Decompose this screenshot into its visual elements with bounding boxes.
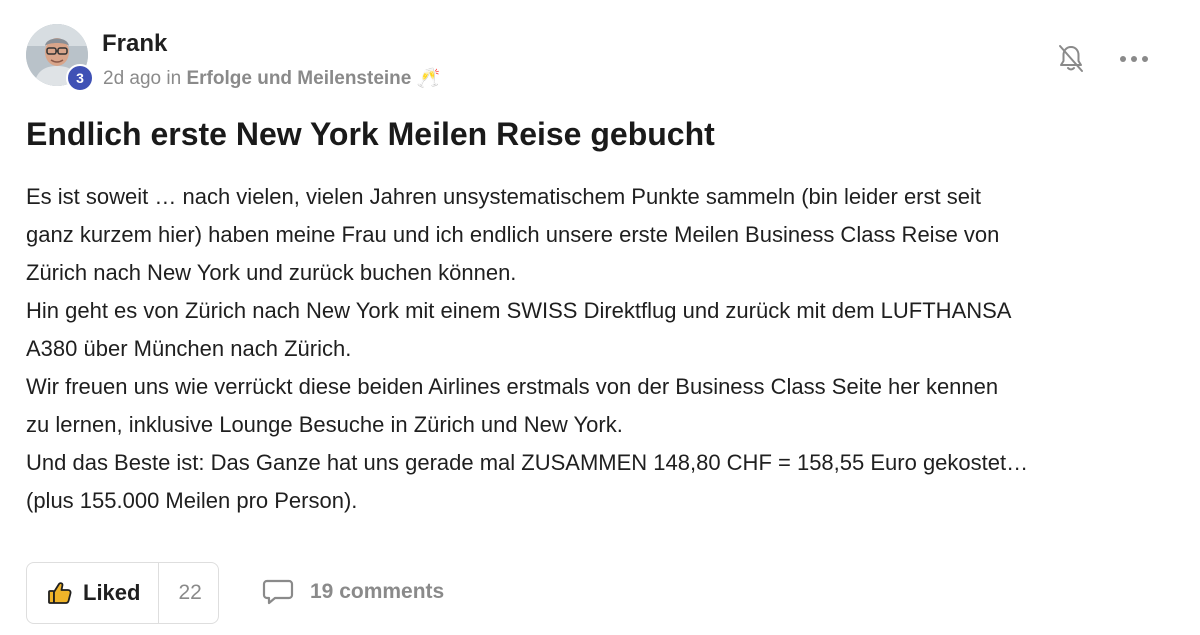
- author-name[interactable]: Frank: [102, 30, 167, 58]
- space-link[interactable]: Erfolge und Meilensteine: [186, 68, 411, 89]
- comments-label: 19 comments: [310, 580, 445, 603]
- body-line: Wir freuen uns wie verrückt diese beiden…: [26, 374, 999, 399]
- meta-in-word: in: [166, 68, 182, 89]
- bell-muted-icon: [1059, 45, 1083, 72]
- like-button[interactable]: Liked: [27, 563, 160, 623]
- post-body: Es ist soweit … nach vielen, vielen Jahr…: [26, 178, 1176, 520]
- comment-bubble-icon: [262, 579, 294, 605]
- author-avatar-container[interactable]: 3: [26, 24, 94, 92]
- like-widget: Liked 22: [26, 562, 219, 624]
- body-line: zu lernen, inklusive Lounge Besuche in Z…: [26, 412, 623, 437]
- comments-button[interactable]: 19 comments: [262, 578, 444, 606]
- body-line: Hin geht es von Zürich nach New York mit…: [26, 298, 1012, 323]
- post-title: Endlich erste New York Meilen Reise gebu…: [26, 116, 715, 152]
- body-line: Es ist soweit … nach vielen, vielen Jahr…: [26, 184, 981, 209]
- body-line: ganz kurzem hier) haben meine Frau und i…: [26, 222, 1000, 247]
- post-card: 3 Frank 2d ago in Erfolge und Meilenstei…: [0, 0, 1200, 635]
- notification-toggle-button[interactable]: [1054, 42, 1088, 76]
- post-meta: 2d ago in Erfolge und Meilensteine 🥂: [103, 66, 440, 90]
- more-options-button[interactable]: [1116, 42, 1152, 76]
- like-label: Liked: [83, 580, 141, 605]
- thumbs-up-icon: [48, 582, 72, 604]
- post-time: 2d ago: [103, 68, 162, 89]
- level-badge: 3: [66, 64, 94, 92]
- space-emoji: 🥂: [416, 68, 441, 89]
- more-horizontal-icon: [1120, 56, 1148, 62]
- body-line: (plus 155.000 Meilen pro Person).: [26, 488, 358, 513]
- body-line: Zürich nach New York und zurück buchen k…: [26, 260, 517, 285]
- body-line: Und das Beste ist: Das Ganze hat uns ger…: [26, 450, 1029, 475]
- post-header: 3 Frank 2d ago in Erfolge und Meilenstei…: [26, 24, 1176, 94]
- like-count[interactable]: 22: [178, 581, 201, 605]
- body-line: A380 über München nach Zürich.: [26, 336, 352, 361]
